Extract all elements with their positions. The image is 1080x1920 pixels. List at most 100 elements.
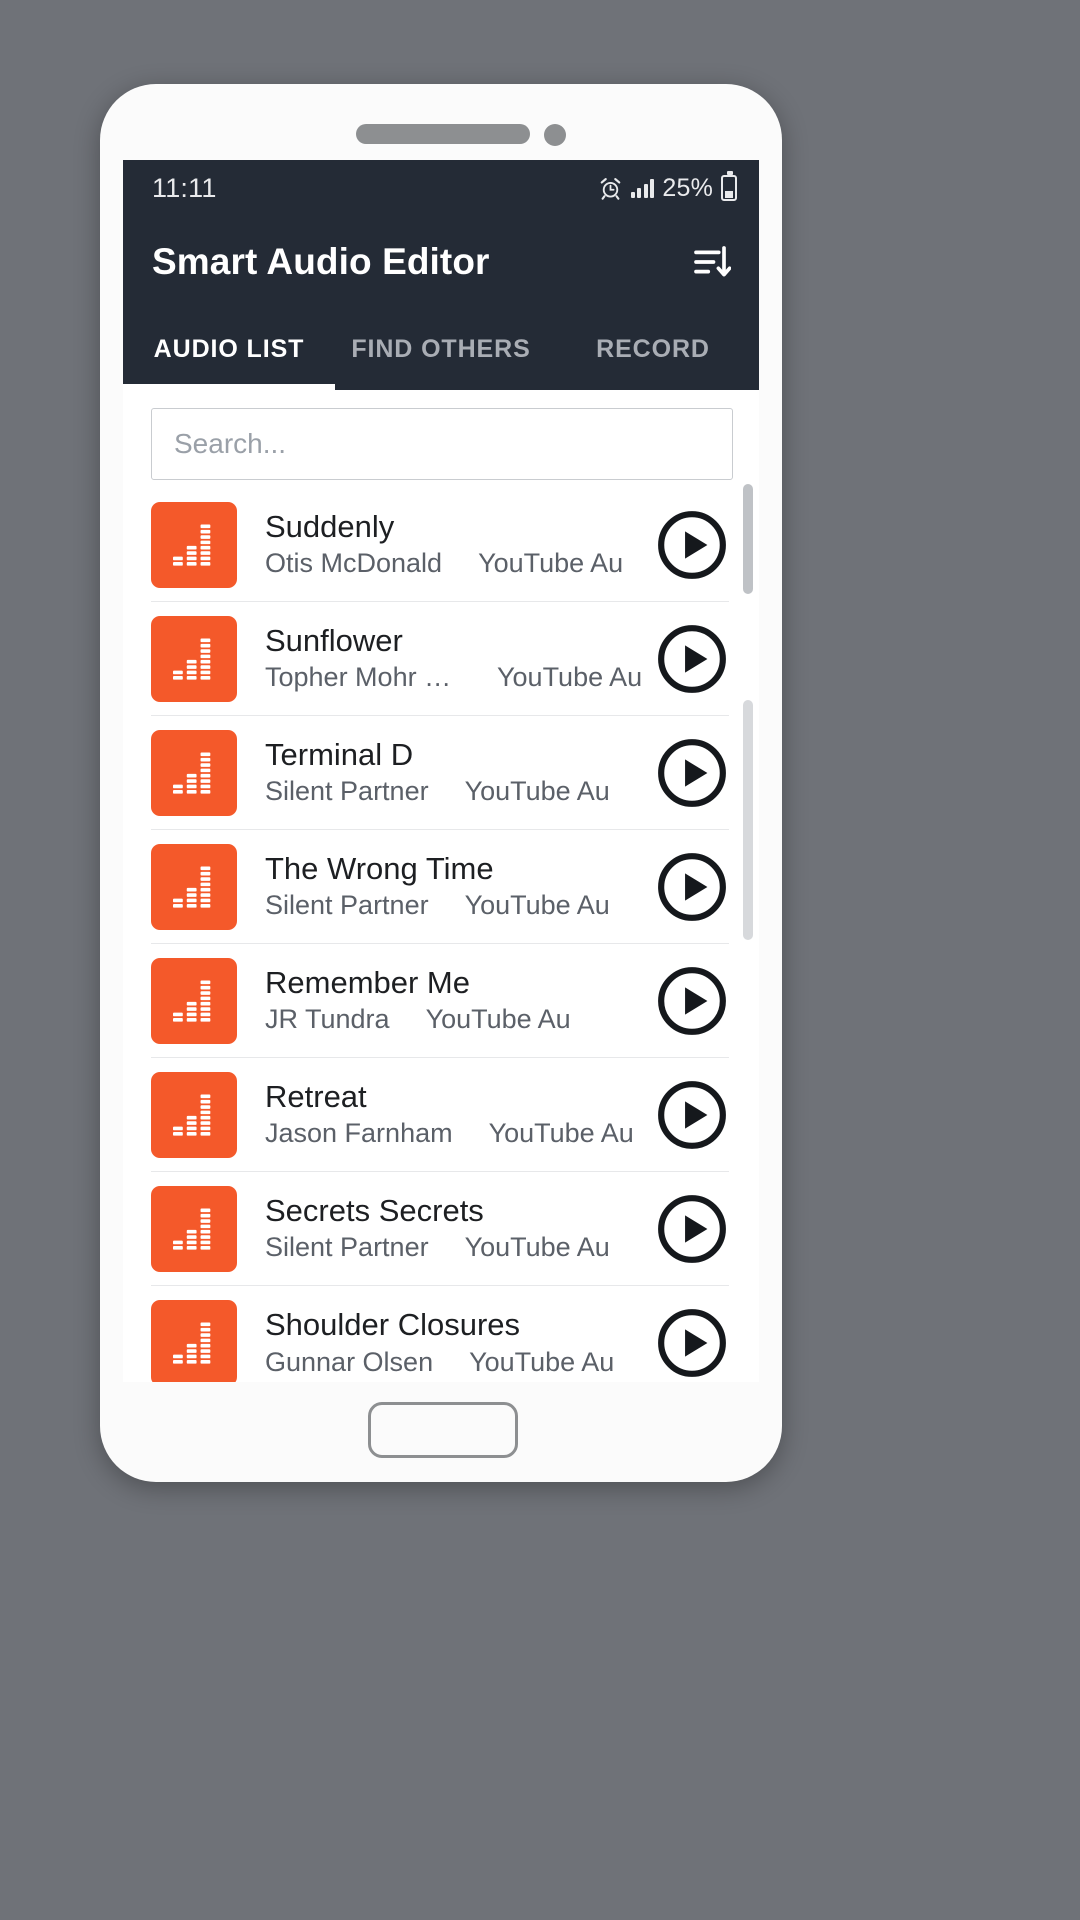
alarm-clock-icon: [600, 177, 621, 200]
list-scrollbar-thumb[interactable]: [743, 484, 753, 594]
play-circle-icon: [658, 624, 726, 693]
tab-find-others-label: FIND OTHERS: [351, 334, 531, 363]
audio-artist: Jason Farnham: [265, 1118, 453, 1149]
audio-subinfo: JR Tundra YouTube Au: [265, 1004, 645, 1035]
audio-title: Shoulder Closures: [265, 1308, 521, 1343]
list-item[interactable]: The Wrong Time Silent Partner YouTube Au: [151, 830, 729, 944]
front-camera: [544, 124, 566, 146]
audio-thumbnail: [151, 957, 237, 1044]
equalizer-icon: [173, 751, 211, 794]
audio-artist: Silent Partner: [265, 776, 429, 807]
phone-device-frame: 11:11 25% Smart Audio Editor AUDIO LIST …: [100, 84, 782, 1482]
list-item[interactable]: Secrets Secrets Silent Partner YouTube A…: [151, 1172, 729, 1286]
play-button[interactable]: [655, 964, 729, 1038]
play-button[interactable]: [655, 1306, 729, 1380]
tab-bar: AUDIO LIST FIND OTHERS RECORD: [123, 308, 759, 390]
screenshot-stage: 11:11 25% Smart Audio Editor AUDIO LIST …: [0, 0, 1080, 1920]
app-bar: Smart Audio Editor: [123, 216, 759, 308]
tab-record[interactable]: RECORD: [547, 308, 759, 390]
audio-title: Retreat: [265, 1079, 367, 1114]
list-item[interactable]: Remember Me JR Tundra YouTube Au: [151, 944, 729, 1058]
audio-title: Suddenly: [265, 509, 395, 544]
audio-thumbnail: [151, 501, 237, 588]
audio-thumbnail: [151, 1300, 237, 1382]
equalizer-icon: [173, 637, 211, 680]
status-time: 11:11: [152, 172, 217, 203]
audio-thumbnail: [151, 615, 237, 702]
play-button[interactable]: [655, 850, 729, 924]
equalizer-icon: [173, 523, 211, 566]
audio-meta: The Wrong Time Silent Partner YouTube Au: [237, 852, 645, 922]
search-bar: [123, 390, 759, 488]
play-button[interactable]: [655, 1192, 729, 1266]
list-item[interactable]: Shoulder Closures Gunnar Olsen YouTube A…: [151, 1286, 729, 1382]
battery-percent-label: 25%: [662, 173, 713, 202]
status-indicators: 25%: [598, 171, 737, 203]
audio-subinfo: Silent Partner YouTube Au: [265, 1232, 645, 1263]
audio-subinfo: Topher Mohr a... YouTube Au: [265, 662, 645, 693]
audio-title: Remember Me: [265, 965, 470, 1000]
phone-screen: 11:11 25% Smart Audio Editor AUDIO LIST …: [123, 160, 759, 1382]
audio-subinfo: Gunnar Olsen YouTube Au: [265, 1347, 645, 1378]
audio-artist: JR Tundra: [265, 1004, 390, 1035]
audio-artist: Gunnar Olsen: [265, 1346, 434, 1377]
play-button[interactable]: [655, 736, 729, 810]
audio-subinfo: Otis McDonald YouTube Au: [265, 548, 645, 579]
audio-source: YouTube Au: [464, 776, 610, 807]
audio-meta: Sunflower Topher Mohr a... YouTube Au: [237, 624, 645, 694]
page-title: Smart Audio Editor: [152, 241, 490, 282]
play-circle-icon: [658, 1080, 726, 1149]
tab-find-others[interactable]: FIND OTHERS: [335, 308, 547, 390]
search-input[interactable]: [151, 408, 733, 480]
status-bar: 11:11 25%: [123, 160, 759, 216]
battery-icon: [721, 171, 737, 201]
fast-scroll-thumb[interactable]: [743, 700, 753, 940]
home-button[interactable]: [368, 1402, 518, 1458]
audio-subinfo: Silent Partner YouTube Au: [265, 890, 645, 921]
audio-meta: Terminal D Silent Partner YouTube Au: [237, 738, 645, 808]
audio-title: Sunflower: [265, 623, 403, 658]
list-item[interactable]: Sunflower Topher Mohr a... YouTube Au: [151, 602, 729, 716]
audio-source: YouTube Au: [469, 1346, 615, 1377]
play-button[interactable]: [655, 622, 729, 696]
audio-artist: Silent Partner: [265, 1232, 429, 1263]
equalizer-icon: [173, 865, 211, 908]
audio-thumbnail: [151, 843, 237, 930]
tab-record-label: RECORD: [596, 334, 710, 363]
play-circle-icon: [658, 852, 726, 921]
equalizer-icon: [173, 1322, 211, 1364]
play-circle-icon: [658, 1194, 726, 1263]
audio-title: Terminal D: [265, 737, 414, 772]
sort-button[interactable]: [687, 239, 733, 285]
play-button[interactable]: [655, 508, 729, 582]
signal-bars-icon: [630, 178, 655, 198]
list-item[interactable]: Suddenly Otis McDonald YouTube Au: [151, 488, 729, 602]
play-button[interactable]: [655, 1078, 729, 1152]
play-circle-icon: [658, 510, 726, 579]
audio-title: Secrets Secrets: [265, 1193, 484, 1228]
equalizer-icon: [173, 1207, 211, 1250]
audio-meta: Retreat Jason Farnham YouTube Au: [237, 1080, 645, 1150]
list-item[interactable]: Retreat Jason Farnham YouTube Au: [151, 1058, 729, 1172]
audio-artist: Silent Partner: [265, 890, 429, 921]
list-item[interactable]: Terminal D Silent Partner YouTube Au: [151, 716, 729, 830]
audio-source: YouTube Au: [478, 548, 624, 579]
audio-artist: Otis McDonald: [265, 548, 443, 579]
audio-source: YouTube Au: [497, 662, 643, 693]
sort-descending-icon: [694, 246, 731, 277]
audio-source: YouTube Au: [464, 890, 610, 921]
earpiece-speaker: [356, 124, 530, 144]
play-circle-icon: [658, 966, 726, 1035]
audio-source: YouTube Au: [464, 1232, 610, 1263]
play-circle-icon: [658, 1309, 726, 1377]
audio-meta: Remember Me JR Tundra YouTube Au: [237, 966, 645, 1036]
tab-audio-list[interactable]: AUDIO LIST: [123, 308, 335, 390]
audio-thumbnail: [151, 1185, 237, 1272]
audio-subinfo: Silent Partner YouTube Au: [265, 776, 645, 807]
audio-thumbnail: [151, 1071, 237, 1158]
audio-meta: Suddenly Otis McDonald YouTube Au: [237, 510, 645, 580]
audio-subinfo: Jason Farnham YouTube Au: [265, 1118, 645, 1149]
audio-thumbnail: [151, 729, 237, 816]
tab-audio-list-label: AUDIO LIST: [153, 334, 305, 363]
audio-list[interactable]: Suddenly Otis McDonald YouTube Au Sunflo…: [123, 488, 759, 1382]
